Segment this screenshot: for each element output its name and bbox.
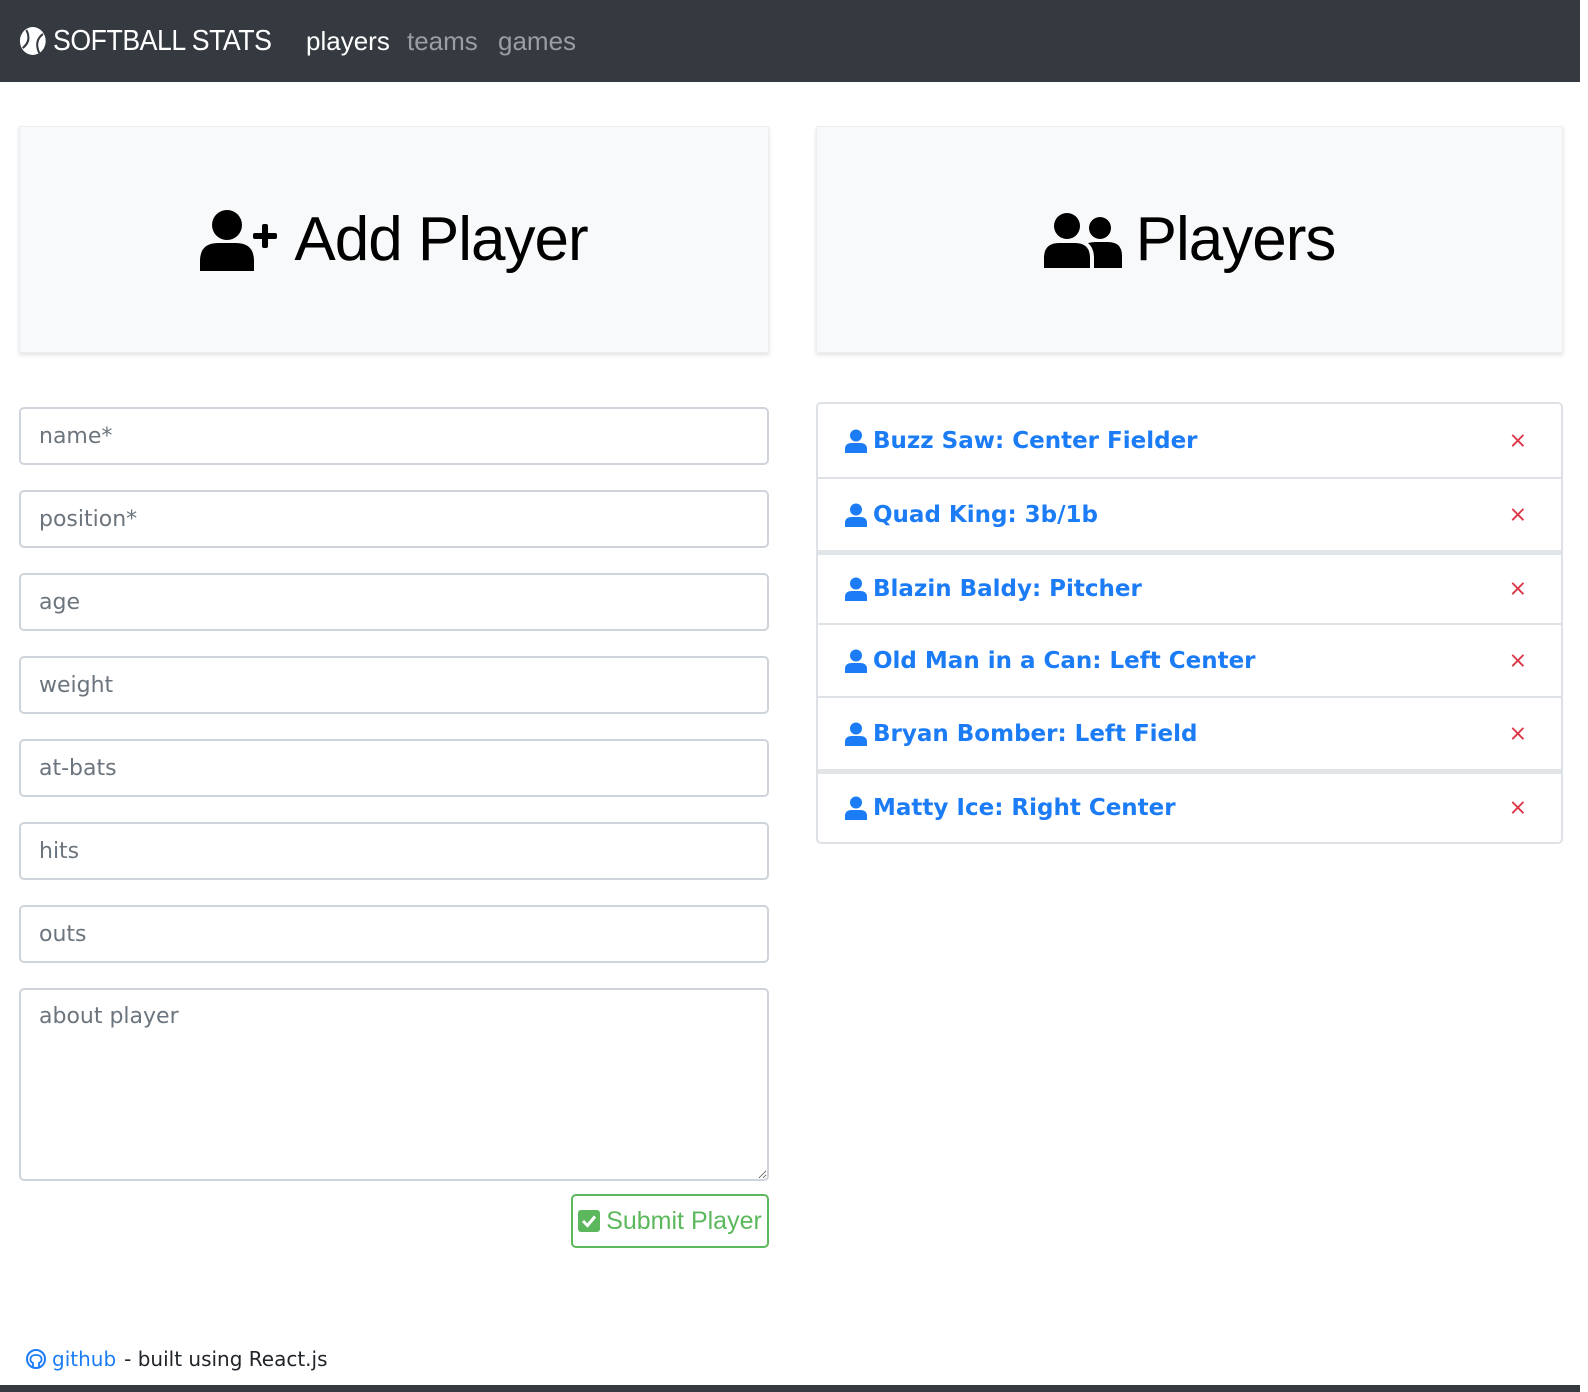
position-input[interactable] (19, 490, 769, 548)
players-title-text: Players (1135, 205, 1337, 274)
submit-player-label: Submit Player (606, 1206, 762, 1235)
github-icon (26, 1349, 46, 1369)
user-icon (845, 577, 867, 601)
delete-icon[interactable]: × (1509, 721, 1527, 746)
add-player-header: Add Player (19, 126, 769, 353)
bottom-bar (0, 1385, 1588, 1392)
nav-link-players[interactable]: players (306, 24, 390, 58)
nav-link-teams[interactable]: teams (407, 24, 478, 58)
outs-input[interactable] (19, 905, 769, 963)
check-square-icon (578, 1210, 601, 1232)
players-title: Players (1043, 204, 1337, 275)
baseball-icon (19, 27, 46, 55)
list-item: Buzz Saw: Center Fielder × (818, 404, 1561, 477)
add-player-title-text: Add Player (294, 205, 588, 274)
name-input[interactable] (19, 407, 769, 465)
user-icon (845, 649, 867, 673)
delete-icon[interactable]: × (1509, 796, 1527, 821)
hits-input[interactable] (19, 822, 769, 880)
player-link[interactable]: Quad King: 3b/1b (873, 502, 1098, 528)
player-link[interactable]: Old Man in a Can: Left Center (873, 648, 1256, 674)
add-player-title: Add Player (200, 204, 589, 275)
players-header: Players (816, 126, 1563, 353)
list-item: Blazin Baldy: Pitcher × (818, 550, 1561, 623)
submit-player-button[interactable]: Submit Player (571, 1194, 769, 1248)
user-plus-icon (200, 209, 278, 271)
brand-label: SOFTBALL STATS (53, 24, 272, 57)
brand[interactable]: SOFTBALL STATS (19, 22, 272, 60)
footer-text: - built using React.js (124, 1347, 328, 1371)
user-icon (845, 429, 867, 453)
nav-link-games[interactable]: games (498, 24, 576, 58)
player-link[interactable]: Buzz Saw: Center Fielder (873, 428, 1198, 454)
player-link[interactable]: Bryan Bomber: Left Field (873, 721, 1197, 747)
users-icon (1043, 212, 1122, 268)
navbar: SOFTBALL STATS players teams games (0, 0, 1588, 82)
list-item: Old Man in a Can: Left Center × (818, 623, 1561, 696)
player-link[interactable]: Blazin Baldy: Pitcher (873, 576, 1142, 602)
delete-icon[interactable]: × (1509, 577, 1527, 602)
github-link[interactable]: github (26, 1347, 116, 1371)
user-icon (845, 503, 867, 527)
list-item: Bryan Bomber: Left Field × (818, 696, 1561, 769)
window-edge (1580, 0, 1588, 1392)
at-bats-input[interactable] (19, 739, 769, 797)
age-input[interactable] (19, 573, 769, 631)
list-item: Matty Ice: Right Center × (818, 769, 1561, 842)
user-icon (845, 722, 867, 746)
delete-icon[interactable]: × (1509, 502, 1527, 527)
github-link-label: github (52, 1347, 117, 1371)
delete-icon[interactable]: × (1509, 648, 1527, 673)
about-player-textarea[interactable] (19, 988, 769, 1181)
player-list: Buzz Saw: Center Fielder × Quad King: 3b… (816, 402, 1563, 844)
delete-icon[interactable]: × (1509, 428, 1527, 453)
list-item: Quad King: 3b/1b × (818, 477, 1561, 550)
footer: github - built using React.js (26, 1347, 328, 1371)
weight-input[interactable] (19, 656, 769, 714)
player-link[interactable]: Matty Ice: Right Center (873, 795, 1176, 821)
user-icon (845, 796, 867, 820)
